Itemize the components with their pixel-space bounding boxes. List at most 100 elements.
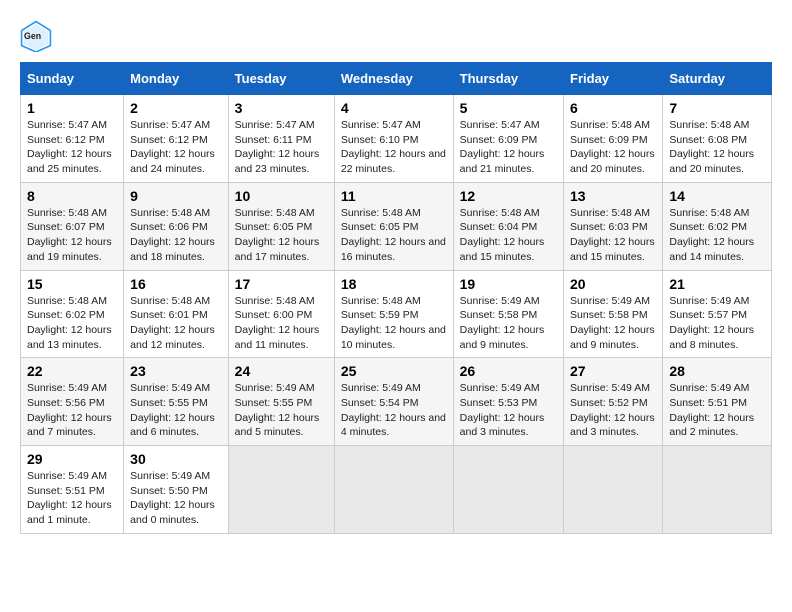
svg-text:Gen: Gen [24,31,41,41]
logo: Gen [20,20,56,52]
day-number: 22 [27,363,117,379]
day-number: 30 [130,451,222,467]
calendar-cell [564,446,663,534]
logo-icon: Gen [20,20,52,52]
day-number: 6 [570,100,656,116]
col-tuesday: Tuesday [228,63,334,95]
calendar-cell: 7 Sunrise: 5:48 AMSunset: 6:08 PMDayligh… [663,95,772,183]
calendar-cell: 26 Sunrise: 5:49 AMSunset: 5:53 PMDaylig… [453,358,563,446]
day-info: Sunrise: 5:48 AMSunset: 5:59 PMDaylight:… [341,295,446,351]
calendar-cell: 4 Sunrise: 5:47 AMSunset: 6:10 PMDayligh… [334,95,453,183]
day-number: 27 [570,363,656,379]
day-number: 11 [341,188,447,204]
day-number: 14 [669,188,765,204]
day-number: 13 [570,188,656,204]
day-info: Sunrise: 5:47 AMSunset: 6:09 PMDaylight:… [460,119,545,175]
day-info: Sunrise: 5:47 AMSunset: 6:12 PMDaylight:… [130,119,215,175]
calendar-table: Sunday Monday Tuesday Wednesday Thursday… [20,62,772,534]
calendar-row: 29 Sunrise: 5:49 AMSunset: 5:51 PMDaylig… [21,446,772,534]
day-number: 8 [27,188,117,204]
day-info: Sunrise: 5:48 AMSunset: 6:05 PMDaylight:… [341,207,446,263]
calendar-cell: 10 Sunrise: 5:48 AMSunset: 6:05 PMDaylig… [228,182,334,270]
day-number: 26 [460,363,557,379]
day-number: 21 [669,276,765,292]
day-info: Sunrise: 5:48 AMSunset: 6:03 PMDaylight:… [570,207,655,263]
calendar-cell: 29 Sunrise: 5:49 AMSunset: 5:51 PMDaylig… [21,446,124,534]
header-row: Sunday Monday Tuesday Wednesday Thursday… [21,63,772,95]
calendar-cell: 23 Sunrise: 5:49 AMSunset: 5:55 PMDaylig… [124,358,229,446]
col-thursday: Thursday [453,63,563,95]
col-friday: Friday [564,63,663,95]
day-info: Sunrise: 5:49 AMSunset: 5:58 PMDaylight:… [570,295,655,351]
day-info: Sunrise: 5:47 AMSunset: 6:12 PMDaylight:… [27,119,112,175]
page-header: Gen [20,20,772,52]
day-info: Sunrise: 5:48 AMSunset: 6:05 PMDaylight:… [235,207,320,263]
day-info: Sunrise: 5:47 AMSunset: 6:10 PMDaylight:… [341,119,446,175]
day-number: 3 [235,100,328,116]
day-info: Sunrise: 5:47 AMSunset: 6:11 PMDaylight:… [235,119,320,175]
day-info: Sunrise: 5:48 AMSunset: 6:06 PMDaylight:… [130,207,215,263]
calendar-cell: 18 Sunrise: 5:48 AMSunset: 5:59 PMDaylig… [334,270,453,358]
calendar-cell: 20 Sunrise: 5:49 AMSunset: 5:58 PMDaylig… [564,270,663,358]
day-number: 12 [460,188,557,204]
calendar-cell: 27 Sunrise: 5:49 AMSunset: 5:52 PMDaylig… [564,358,663,446]
calendar-cell: 28 Sunrise: 5:49 AMSunset: 5:51 PMDaylig… [663,358,772,446]
calendar-cell [453,446,563,534]
day-info: Sunrise: 5:49 AMSunset: 5:50 PMDaylight:… [130,470,215,526]
day-info: Sunrise: 5:48 AMSunset: 6:02 PMDaylight:… [669,207,754,263]
day-number: 18 [341,276,447,292]
day-info: Sunrise: 5:49 AMSunset: 5:57 PMDaylight:… [669,295,754,351]
day-number: 28 [669,363,765,379]
calendar-cell: 9 Sunrise: 5:48 AMSunset: 6:06 PMDayligh… [124,182,229,270]
day-info: Sunrise: 5:48 AMSunset: 6:00 PMDaylight:… [235,295,320,351]
day-number: 24 [235,363,328,379]
day-info: Sunrise: 5:49 AMSunset: 5:53 PMDaylight:… [460,382,545,438]
calendar-cell [663,446,772,534]
day-number: 1 [27,100,117,116]
calendar-cell: 24 Sunrise: 5:49 AMSunset: 5:55 PMDaylig… [228,358,334,446]
calendar-row: 1 Sunrise: 5:47 AMSunset: 6:12 PMDayligh… [21,95,772,183]
calendar-cell: 13 Sunrise: 5:48 AMSunset: 6:03 PMDaylig… [564,182,663,270]
day-info: Sunrise: 5:48 AMSunset: 6:04 PMDaylight:… [460,207,545,263]
day-number: 10 [235,188,328,204]
day-number: 5 [460,100,557,116]
calendar-cell: 19 Sunrise: 5:49 AMSunset: 5:58 PMDaylig… [453,270,563,358]
day-info: Sunrise: 5:49 AMSunset: 5:51 PMDaylight:… [669,382,754,438]
day-info: Sunrise: 5:48 AMSunset: 6:07 PMDaylight:… [27,207,112,263]
calendar-cell [334,446,453,534]
day-number: 17 [235,276,328,292]
day-info: Sunrise: 5:49 AMSunset: 5:56 PMDaylight:… [27,382,112,438]
calendar-cell: 11 Sunrise: 5:48 AMSunset: 6:05 PMDaylig… [334,182,453,270]
calendar-cell: 30 Sunrise: 5:49 AMSunset: 5:50 PMDaylig… [124,446,229,534]
day-number: 23 [130,363,222,379]
day-number: 19 [460,276,557,292]
day-info: Sunrise: 5:49 AMSunset: 5:55 PMDaylight:… [130,382,215,438]
calendar-cell [228,446,334,534]
calendar-cell: 16 Sunrise: 5:48 AMSunset: 6:01 PMDaylig… [124,270,229,358]
calendar-cell: 21 Sunrise: 5:49 AMSunset: 5:57 PMDaylig… [663,270,772,358]
day-info: Sunrise: 5:48 AMSunset: 6:08 PMDaylight:… [669,119,754,175]
day-info: Sunrise: 5:48 AMSunset: 6:02 PMDaylight:… [27,295,112,351]
calendar-cell: 6 Sunrise: 5:48 AMSunset: 6:09 PMDayligh… [564,95,663,183]
calendar-cell: 14 Sunrise: 5:48 AMSunset: 6:02 PMDaylig… [663,182,772,270]
day-info: Sunrise: 5:49 AMSunset: 5:55 PMDaylight:… [235,382,320,438]
day-number: 15 [27,276,117,292]
day-info: Sunrise: 5:49 AMSunset: 5:58 PMDaylight:… [460,295,545,351]
calendar-cell: 8 Sunrise: 5:48 AMSunset: 6:07 PMDayligh… [21,182,124,270]
calendar-cell: 12 Sunrise: 5:48 AMSunset: 6:04 PMDaylig… [453,182,563,270]
day-number: 20 [570,276,656,292]
day-info: Sunrise: 5:49 AMSunset: 5:52 PMDaylight:… [570,382,655,438]
col-saturday: Saturday [663,63,772,95]
calendar-row: 8 Sunrise: 5:48 AMSunset: 6:07 PMDayligh… [21,182,772,270]
calendar-cell: 2 Sunrise: 5:47 AMSunset: 6:12 PMDayligh… [124,95,229,183]
col-monday: Monday [124,63,229,95]
col-wednesday: Wednesday [334,63,453,95]
day-number: 29 [27,451,117,467]
calendar-cell: 1 Sunrise: 5:47 AMSunset: 6:12 PMDayligh… [21,95,124,183]
day-number: 2 [130,100,222,116]
day-info: Sunrise: 5:49 AMSunset: 5:54 PMDaylight:… [341,382,446,438]
calendar-cell: 15 Sunrise: 5:48 AMSunset: 6:02 PMDaylig… [21,270,124,358]
day-number: 7 [669,100,765,116]
calendar-cell: 25 Sunrise: 5:49 AMSunset: 5:54 PMDaylig… [334,358,453,446]
day-number: 9 [130,188,222,204]
